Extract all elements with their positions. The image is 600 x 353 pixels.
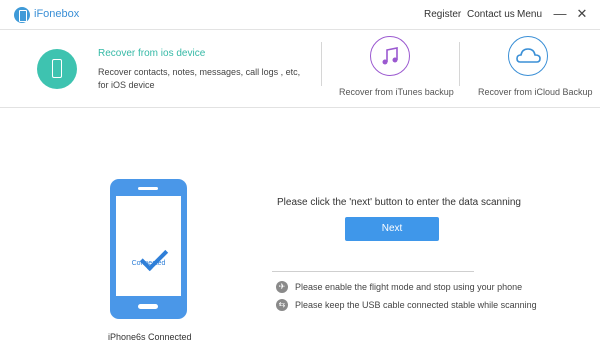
app-title: iFonebox — [34, 8, 80, 20]
register-link[interactable]: Register — [424, 9, 461, 20]
mode-icloud-label[interactable]: Recover from iCloud Backup — [478, 87, 593, 97]
mode-divider — [321, 42, 322, 86]
main-panel: Connected iPhone6s Connected Please clic… — [0, 109, 600, 353]
app-logo-icon — [14, 7, 30, 23]
phone-screen: Connected — [116, 196, 181, 296]
mode-divider — [459, 42, 460, 86]
minimize-button[interactable]: — — [553, 6, 567, 22]
mode-itunes-label[interactable]: Recover from iTunes backup — [339, 87, 454, 97]
scan-message: Please click the 'next' button to enter … — [277, 197, 521, 208]
phone-illustration: Connected — [110, 179, 187, 319]
airplane-icon: ✈ — [276, 281, 288, 293]
phone-icon[interactable] — [37, 49, 77, 89]
device-label: iPhone6s Connected — [108, 332, 192, 342]
close-button[interactable]: ✕ — [575, 6, 589, 22]
mode-ios-description: Recover contacts, notes, messages, call … — [98, 67, 301, 90]
tips-divider — [272, 271, 474, 272]
mode-ios-title[interactable]: Recover from ios device — [98, 48, 205, 59]
menu-link[interactable]: Menu — [517, 9, 542, 20]
connected-status: Connected — [131, 260, 166, 267]
contact-us-link[interactable]: Contact us — [467, 9, 515, 20]
next-button[interactable]: Next — [345, 217, 439, 241]
recovery-mode-bar: Recover from ios device Recover contacts… — [0, 30, 600, 108]
cloud-icon[interactable] — [508, 36, 548, 76]
music-note-icon[interactable] — [370, 36, 410, 76]
usb-icon: ⇆ — [276, 299, 288, 311]
title-bar: iFonebox Register Contact us Menu — ✕ — [0, 0, 600, 30]
tip-text: Please keep the USB cable connected stab… — [295, 300, 537, 310]
phone-speaker — [138, 187, 158, 190]
tip-text: Please enable the flight mode and stop u… — [295, 282, 523, 292]
phone-home-button — [138, 304, 158, 309]
